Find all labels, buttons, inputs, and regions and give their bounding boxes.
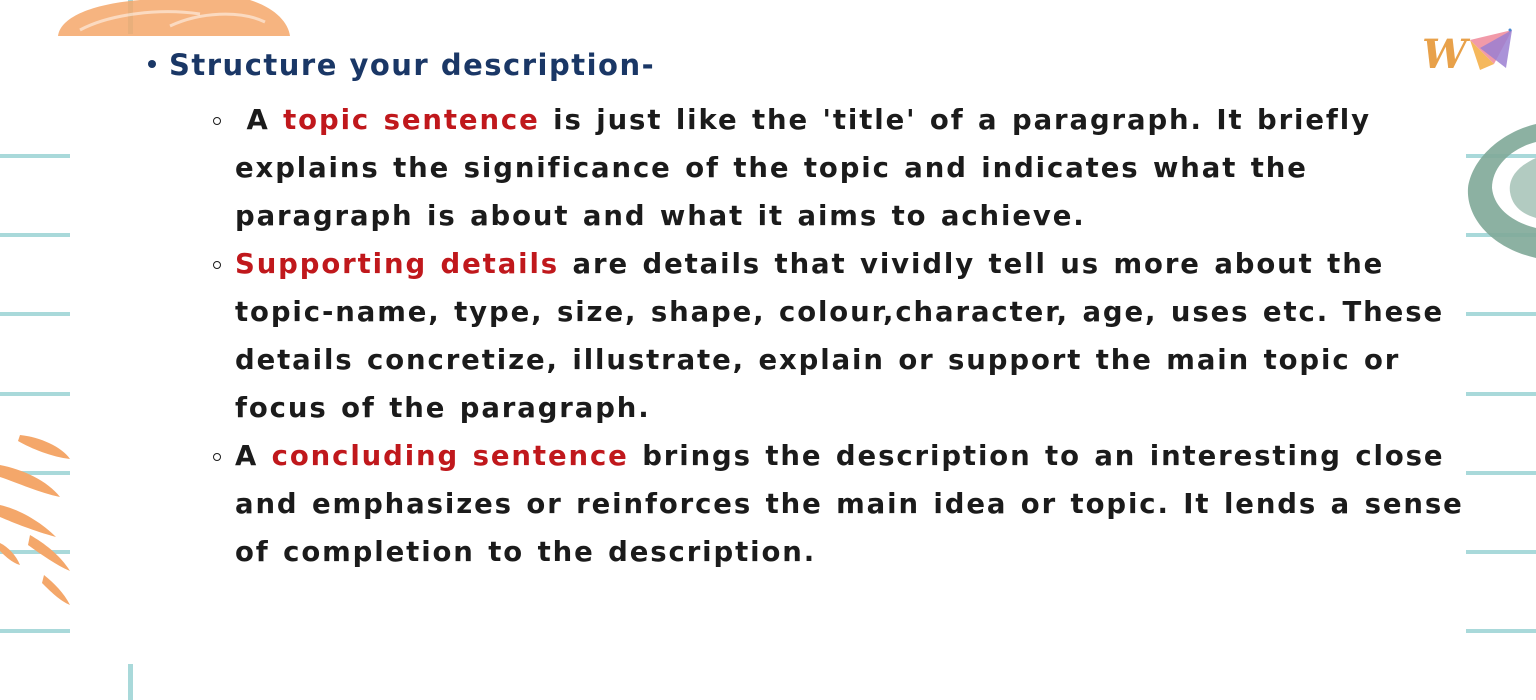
hollow-bullet-icon [213, 117, 221, 125]
highlighted-term: concluding sentence [271, 440, 629, 472]
decorative-rule [1466, 629, 1536, 633]
section-heading: Structure your description- [169, 48, 656, 82]
decorative-rule [0, 629, 70, 633]
decorative-vertical-line [128, 664, 133, 700]
slide: W Structure your description- A topic se… [0, 0, 1536, 700]
sub-bullet-item-topic-sentence: A topic sentence is just like the 'title… [213, 96, 1485, 240]
hollow-bullet-icon [213, 261, 221, 269]
item-text-pre: A [235, 104, 284, 136]
orange-brush-decoration [58, 0, 290, 36]
decorative-rule [0, 392, 70, 396]
sub-bullet-item-supporting-details: Supporting details are details that vivi… [213, 240, 1485, 432]
decorative-rule [0, 154, 70, 158]
highlighted-term: Supporting details [235, 248, 560, 280]
orange-brush-strokes-decoration [0, 435, 70, 605]
decorative-rule [0, 233, 70, 237]
logo-mark: W [1422, 28, 1512, 76]
decorative-rule [0, 312, 70, 316]
main-bullet-item: Structure your description- [148, 48, 655, 82]
svg-text:W: W [1422, 31, 1471, 76]
highlighted-term: topic sentence [283, 104, 540, 136]
item-text-pre: A [235, 440, 272, 472]
sub-bullet-item-concluding-sentence: A concluding sentence brings the descrip… [213, 432, 1485, 576]
hollow-bullet-icon [213, 453, 221, 461]
bullet-dot-icon [148, 60, 156, 68]
